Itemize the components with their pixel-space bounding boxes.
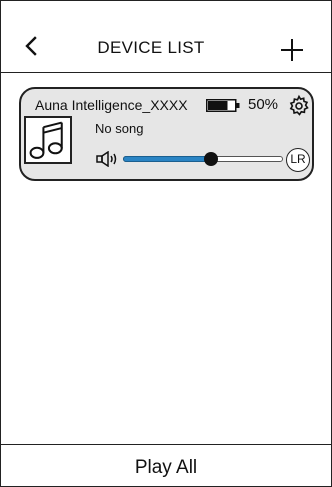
speaker-icon[interactable] — [96, 151, 122, 167]
app-frame: DEVICE LIST Auna Intelligence_XXXX 50% N… — [0, 0, 332, 487]
play-all-button[interactable]: Play All — [1, 457, 331, 479]
channel-lr-button[interactable]: LR — [286, 148, 310, 172]
gear-icon[interactable] — [287, 94, 311, 118]
volume-slider[interactable] — [123, 152, 283, 166]
volume-slider-thumb[interactable] — [204, 152, 218, 166]
header-bar: DEVICE LIST — [1, 1, 331, 73]
volume-slider-fill — [123, 156, 211, 162]
battery-percent: 50% — [248, 96, 279, 113]
album-art — [24, 116, 72, 164]
add-device-button[interactable] — [277, 35, 307, 65]
plus-icon — [281, 39, 303, 61]
back-button[interactable] — [17, 31, 47, 61]
device-name: Auna Intelligence_XXXX — [35, 97, 188, 113]
battery-fill — [208, 101, 228, 110]
page-title: DEVICE LIST — [97, 38, 205, 57]
song-title: No song — [95, 121, 144, 136]
battery-icon — [206, 99, 240, 112]
chevron-left-icon — [25, 36, 37, 56]
music-note-icon — [29, 121, 63, 159]
device-card[interactable]: Auna Intelligence_XXXX 50% No song LR — [19, 87, 314, 181]
footer-bar: Play All — [1, 444, 331, 487]
